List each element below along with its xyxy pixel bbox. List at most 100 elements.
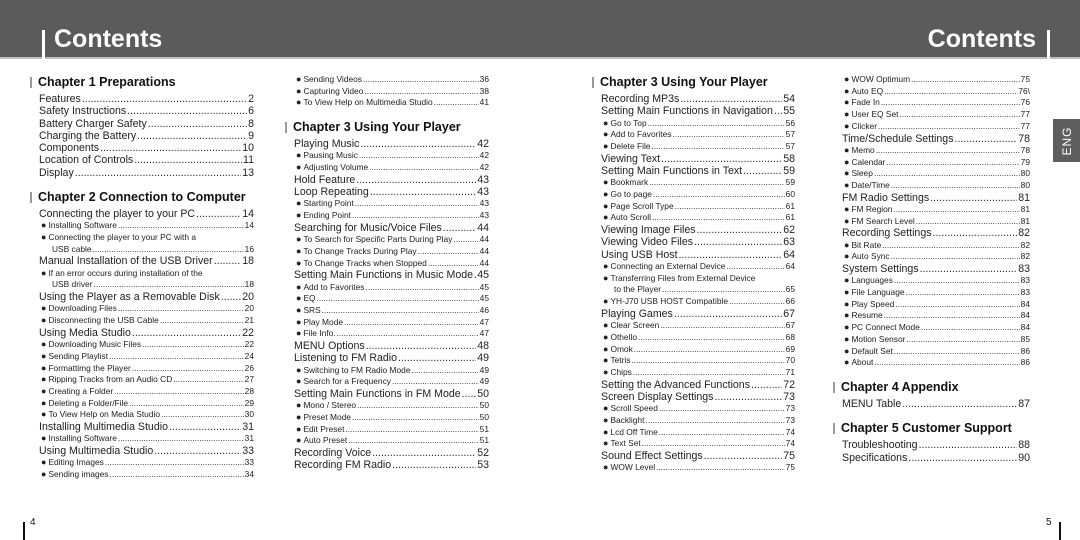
toc-entry[interactable]: Loop Repeating 43 <box>285 186 489 198</box>
toc-entry[interactable]: ●Play Mode 47 <box>285 317 489 329</box>
toc-entry[interactable]: USB cable 16 <box>30 244 254 256</box>
toc-entry[interactable]: Features 2 <box>30 93 254 105</box>
toc-entry[interactable]: ●Edit Preset 51 <box>285 424 489 436</box>
toc-entry[interactable]: Using the Player as a Removable Disk 20 <box>30 291 254 303</box>
toc-entry[interactable]: ●YH-J70 USB HOST Compatible 66 <box>592 296 795 308</box>
toc-entry[interactable]: Searching for Music/Voice Files 44 <box>285 222 489 234</box>
toc-entry[interactable]: ●SRS 46 <box>285 305 489 317</box>
toc-entry[interactable]: ●Pausing Music 42 <box>285 150 489 162</box>
toc-entry[interactable]: Viewing Video Files 63 <box>592 236 795 248</box>
toc-entry[interactable]: ●Go to page 60 <box>592 189 795 201</box>
toc-entry[interactable]: Recording Voice 52 <box>285 447 489 459</box>
toc-entry[interactable]: Listening to FM Radio 49 <box>285 352 489 364</box>
toc-entry[interactable]: ●Sleep 80 <box>833 168 1030 180</box>
toc-entry[interactable]: Recording FM Radio 53 <box>285 459 489 471</box>
toc-entry[interactable]: USB driver 18 <box>30 279 254 291</box>
toc-entry[interactable]: ● To Search for Specific Parts During Pla… <box>285 234 489 246</box>
toc-entry[interactable]: ●Page Scroll Type 61 <box>592 201 795 213</box>
toc-entry[interactable]: Viewing Text 58 <box>592 153 795 165</box>
toc-entry[interactable]: ●Clear Screen 67 <box>592 320 795 332</box>
toc-entry[interactable]: ●To Change Tracks when Stopped 44 <box>285 258 489 270</box>
toc-entry[interactable]: ●Languages 83 <box>833 275 1030 287</box>
toc-entry[interactable]: Screen Display Settings 73 <box>592 391 795 403</box>
toc-entry[interactable]: Hold Feature 43 <box>285 174 489 186</box>
toc-entry[interactable]: Recording Settings 82 <box>833 227 1030 239</box>
toc-entry[interactable]: ●Connecting an External Device 64 <box>592 261 795 273</box>
toc-entry[interactable]: ●About 86 <box>833 357 1030 369</box>
toc-entry[interactable]: ●Scroll Speed 73 <box>592 403 795 415</box>
toc-entry[interactable]: ●Sending images 34 <box>30 469 254 481</box>
toc-entry[interactable]: ●Mono / Stereo 50 <box>285 400 489 412</box>
toc-entry[interactable]: ●User EQ Set 77 <box>833 109 1030 121</box>
toc-entry[interactable]: System Settings 83 <box>833 263 1030 275</box>
toc-entry[interactable]: ●Downloading Music Files 22 <box>30 339 254 351</box>
toc-entry[interactable]: Manual Installation of the USB Driver 18 <box>30 255 254 267</box>
toc-entry[interactable]: FM Radio Settings 81 <box>833 192 1030 204</box>
toc-entry[interactable]: ●To Change Tracks During Play 44 <box>285 246 489 258</box>
toc-entry[interactable]: ●Downloading Files 20 <box>30 303 254 315</box>
toc-entry[interactable]: ●Installing Software 14 <box>30 220 254 232</box>
toc-entry[interactable]: ●Add to Favorites 45 <box>285 282 489 294</box>
toc-entry[interactable]: Setting the Advanced Functions 72 <box>592 379 795 391</box>
toc-entry-wrapped-line[interactable]: ● If an error occurs during installation … <box>30 268 254 280</box>
toc-entry[interactable]: Viewing Image Files 62 <box>592 224 795 236</box>
toc-entry[interactable]: ●Fade In 76 <box>833 97 1030 109</box>
toc-entry[interactable]: Battery Charger Safety 8 <box>30 118 254 130</box>
toc-entry[interactable]: Display 13 <box>30 167 254 179</box>
toc-entry[interactable]: ●Delete File 57 <box>592 141 795 153</box>
toc-entry-wrapped-line[interactable]: ● Connecting the player to your PC with a <box>30 232 254 244</box>
toc-entry[interactable]: ●Othello 68 <box>592 332 795 344</box>
toc-entry[interactable]: ●Add to Favorites 57 <box>592 129 795 141</box>
toc-entry[interactable]: ●Ending Point 43 <box>285 210 489 222</box>
toc-entry[interactable]: ●Calendar 79 <box>833 157 1030 169</box>
toc-entry[interactable]: Playing Games 67 <box>592 308 795 320</box>
toc-entry[interactable]: Safety Instructions 6 <box>30 105 254 117</box>
toc-entry[interactable]: ●EQ 45 <box>285 293 489 305</box>
toc-entry[interactable]: Setting Main Functions in Text 59 <box>592 165 795 177</box>
toc-entry[interactable]: ●Auto Sync 82 <box>833 251 1030 263</box>
toc-entry[interactable]: ●Date/Time 80 <box>833 180 1030 192</box>
toc-entry[interactable]: Sound Effect Settings 75 <box>592 450 795 462</box>
toc-entry[interactable]: Setting Main Functions in FM Mode 50 <box>285 388 489 400</box>
toc-entry[interactable]: ●Text Set 74 <box>592 438 795 450</box>
toc-entry[interactable]: Specifications 90 <box>833 452 1030 464</box>
toc-entry[interactable]: Charging the Battery 9 <box>30 130 254 142</box>
toc-entry[interactable]: ●Auto EQ 76\ <box>833 86 1030 98</box>
toc-entry[interactable]: Setting Main Functions in Music Mode 45 <box>285 269 489 281</box>
toc-entry[interactable]: Location of Controls 11 <box>30 154 254 166</box>
toc-entry[interactable]: ●PC Connect Mode 84 <box>833 322 1030 334</box>
toc-entry[interactable]: ●Deleting a Folder/File 29 <box>30 398 254 410</box>
toc-entry[interactable]: ●Backlight 73 <box>592 415 795 427</box>
toc-entry[interactable]: ●Adjusting Volume 42 <box>285 162 489 174</box>
toc-entry[interactable]: ●Bit Rate 82 <box>833 240 1030 252</box>
toc-entry[interactable]: ●Motion Sensor 85 <box>833 334 1030 346</box>
toc-entry[interactable]: ●Disconnecting the USB Cable 21 <box>30 315 254 327</box>
toc-entry[interactable]: ●To View Help on Multimedia Studio 41 <box>285 97 489 109</box>
toc-entry[interactable]: ●Default Set 86 <box>833 346 1030 358</box>
toc-entry[interactable]: Components 10 <box>30 142 254 154</box>
toc-entry[interactable]: ●Capturing Video 38 <box>285 86 489 98</box>
toc-entry[interactable]: ●Omok 69 <box>592 344 795 356</box>
toc-entry[interactable]: ●Auto Preset 51 <box>285 435 489 447</box>
toc-entry[interactable]: ●Editing Images 33 <box>30 457 254 469</box>
toc-entry[interactable]: ●Resume 84 <box>833 310 1030 322</box>
toc-entry[interactable]: ●FM Search Level 81 <box>833 216 1030 228</box>
toc-entry[interactable]: ●Sending Videos 36 <box>285 74 489 86</box>
toc-entry[interactable]: ●Play Speed 84 <box>833 299 1030 311</box>
toc-entry[interactable]: ●Tetris 70 <box>592 355 795 367</box>
toc-entry-wrapped-line[interactable]: ● Transferring Files from External Device <box>592 273 795 285</box>
toc-entry[interactable]: ●Creating a Folder 28 <box>30 386 254 398</box>
toc-entry[interactable]: ●FM Region 81 <box>833 204 1030 216</box>
toc-entry[interactable]: ●Preset Mode 50 <box>285 412 489 424</box>
toc-entry[interactable]: Using USB Host 64 <box>592 249 795 261</box>
toc-entry[interactable]: ●Ripping Tracks from an Audio CD 27 <box>30 374 254 386</box>
toc-entry[interactable]: ●File Info. 47 <box>285 328 489 340</box>
toc-entry[interactable]: MENU Table 87 <box>833 398 1030 410</box>
toc-entry[interactable]: Using Media Studio 22 <box>30 327 254 339</box>
toc-entry[interactable]: ●Auto Scroll 61 <box>592 212 795 224</box>
toc-entry[interactable]: ●Lcd Off Time 74 <box>592 427 795 439</box>
toc-entry[interactable]: ●Bookmark 59 <box>592 177 795 189</box>
toc-entry[interactable]: ●Installing Software 31 <box>30 433 254 445</box>
toc-entry[interactable]: ●Go to Top 56 <box>592 118 795 130</box>
toc-entry[interactable]: Installing Multimedia Studio 31 <box>30 421 254 433</box>
